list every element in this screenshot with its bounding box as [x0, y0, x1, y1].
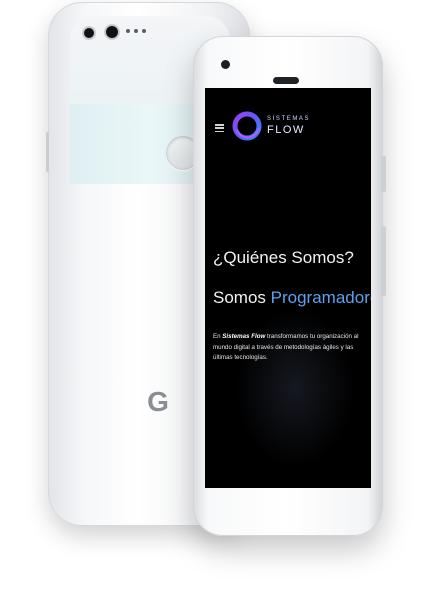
phone-screen: SISTEMAS FLOW ¿Quiénes Somos? Somos Prog… — [205, 88, 371, 488]
hero-paragraph: En Sistemas Flow transformamos tu organi… — [213, 332, 363, 364]
hamburger-menu-icon[interactable] — [215, 124, 224, 132]
paragraph-brand: Sistemas Flow — [222, 333, 266, 340]
sensor-dot-icon — [134, 29, 138, 33]
volume-button — [381, 226, 386, 296]
mic-dot-icon — [142, 29, 146, 33]
sistemas-flow-logo-icon[interactable] — [231, 110, 263, 142]
side-button — [46, 132, 49, 172]
camera-icon — [82, 26, 96, 40]
power-button — [381, 156, 386, 192]
front-camera-icon — [221, 60, 230, 69]
hero-title: ¿Quiénes Somos? — [213, 248, 354, 267]
flash-icon — [126, 29, 130, 33]
camera-lens-icon — [104, 24, 120, 40]
earpiece-speaker — [273, 77, 299, 84]
logo-text-bottom: FLOW — [267, 124, 305, 136]
front-phone: SISTEMAS FLOW ¿Quiénes Somos? Somos Prog… — [193, 36, 386, 536]
hero-subtitle: Somos Programadores — [213, 288, 371, 308]
hero-subtitle-accent: Programadores — [270, 288, 371, 307]
paragraph-lead: En — [213, 333, 223, 340]
google-logo-icon: G — [147, 386, 169, 417]
logo-text-top: SISTEMAS — [267, 116, 311, 122]
hero-subtitle-prefix: Somos — [213, 288, 271, 307]
